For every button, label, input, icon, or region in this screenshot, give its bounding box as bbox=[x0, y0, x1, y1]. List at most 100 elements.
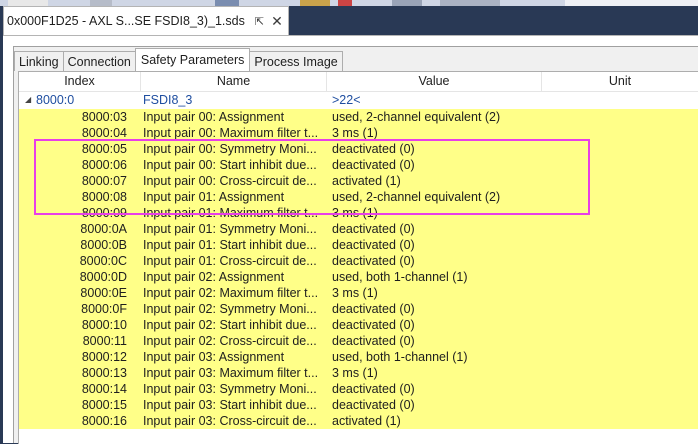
row-index: 8000:09 bbox=[81, 206, 127, 220]
table-row[interactable]: 8000:08 Input pair 01: Assignment used, 2-… bbox=[19, 189, 698, 205]
table-row[interactable]: 8000:14 Input pair 03: Symmetry Moni... de… bbox=[19, 381, 698, 397]
column-header-name[interactable]: Name bbox=[141, 72, 327, 91]
row-value: deactivated (0) bbox=[332, 382, 415, 396]
table-row[interactable]: 8000:0D Input pair 02: Assignment used, bo… bbox=[19, 269, 698, 285]
table-row[interactable]: 8000:04 Input pair 00: Maximum filter t..… bbox=[19, 125, 698, 141]
row-name: Input pair 01: Start inhibit due... bbox=[143, 238, 317, 252]
row-index: 8000:14 bbox=[81, 382, 127, 396]
row-value: deactivated (0) bbox=[332, 142, 415, 156]
row-index: 8000:16 bbox=[81, 414, 127, 428]
row-index: 8000:08 bbox=[81, 190, 127, 204]
row-value: deactivated (0) bbox=[332, 254, 415, 268]
row-index: 8000:06 bbox=[81, 158, 127, 172]
row-name: Input pair 02: Symmetry Moni... bbox=[143, 302, 317, 316]
table-row[interactable]: 8000:0C Input pair 01: Cross-circuit de..… bbox=[19, 253, 698, 269]
tab-connection[interactable]: Connection bbox=[62, 51, 136, 71]
row-index: 8000:0E bbox=[80, 286, 127, 300]
close-icon[interactable]: ✕ bbox=[271, 13, 283, 30]
row-name: Input pair 00: Maximum filter t... bbox=[143, 126, 319, 140]
row-index: 8000:12 bbox=[81, 350, 127, 364]
row-index: 8000:11 bbox=[82, 334, 127, 348]
row-name: Input pair 01: Assignment bbox=[143, 190, 285, 204]
row-name: Input pair 01: Maximum filter t... bbox=[143, 206, 319, 220]
row-name: Input pair 02: Start inhibit due... bbox=[143, 318, 317, 332]
row-index: 8000:15 bbox=[81, 398, 127, 412]
row-value: 3 ms (1) bbox=[332, 366, 378, 380]
row-name: Input pair 03: Start inhibit due... bbox=[143, 398, 317, 412]
row-name: Input pair 00: Start inhibit due... bbox=[143, 158, 317, 172]
row-index: 8000:07 bbox=[81, 174, 127, 188]
row-name: Input pair 02: Maximum filter t... bbox=[143, 286, 319, 300]
row-name: Input pair 00: Symmetry Moni... bbox=[143, 142, 317, 156]
row-value: 3 ms (1) bbox=[332, 206, 378, 220]
expand-triangle-icon[interactable]: ◢ bbox=[25, 92, 31, 108]
row-value: deactivated (0) bbox=[332, 238, 415, 252]
row-name: Input pair 00: Cross-circuit de... bbox=[143, 174, 317, 188]
row-value: activated (1) bbox=[332, 414, 401, 428]
table-row[interactable]: 8000:12 Input pair 03: Assignment used, bo… bbox=[19, 349, 698, 365]
row-name: Input pair 02: Cross-circuit de... bbox=[143, 334, 317, 348]
tab-safety-parameters[interactable]: Safety Parameters bbox=[134, 48, 251, 71]
row-index: 8000:13 bbox=[81, 366, 127, 380]
table-row[interactable]: 8000:11 Input pair 02: Cross-circuit de..… bbox=[19, 333, 698, 349]
parameter-table: Index Name Value Unit ◢ 8000:0 FSDI8_3 >… bbox=[18, 71, 698, 444]
table-row[interactable]: 8000:0F Input pair 02: Symmetry Moni... de… bbox=[19, 301, 698, 317]
row-index: 8000:0D bbox=[79, 270, 127, 284]
table-header: Index Name Value Unit bbox=[19, 72, 698, 92]
table-row[interactable]: 8000:06 Input pair 00: Start inhibit due.… bbox=[19, 157, 698, 173]
table-row[interactable]: 8000:15 Input pair 03: Start inhibit due.… bbox=[19, 397, 698, 413]
editor-panel: Linking Connection Safety Parameters Pro… bbox=[13, 46, 698, 444]
row-name: Input pair 00: Assignment bbox=[143, 110, 285, 124]
table-row[interactable]: 8000:10 Input pair 02: Start inhibit due.… bbox=[19, 317, 698, 333]
row-index: 8000:0B bbox=[80, 238, 127, 252]
row-value: deactivated (0) bbox=[332, 318, 415, 332]
document-body: Linking Connection Safety Parameters Pro… bbox=[3, 35, 698, 444]
row-value: deactivated (0) bbox=[332, 302, 415, 316]
column-header-unit[interactable]: Unit bbox=[542, 72, 698, 91]
table-row[interactable]: 8000:16 Input pair 03: Cross-circuit de..… bbox=[19, 413, 698, 429]
row-value: deactivated (0) bbox=[332, 334, 415, 348]
group-name: FSDI8_3 bbox=[143, 93, 193, 107]
row-name: Input pair 03: Symmetry Moni... bbox=[143, 382, 317, 396]
group-row[interactable]: ◢ 8000:0 FSDI8_3 >22< bbox=[19, 92, 698, 108]
row-index: 8000:0C bbox=[79, 254, 127, 268]
row-value: used, 2-channel equivalent (2) bbox=[332, 110, 501, 124]
row-value: used, both 1-channel (1) bbox=[332, 270, 468, 284]
row-value: deactivated (0) bbox=[332, 222, 415, 236]
table-row[interactable]: 8000:0A Input pair 01: Symmetry Moni... de… bbox=[19, 221, 698, 237]
row-name: Input pair 02: Assignment bbox=[143, 270, 285, 284]
row-value: deactivated (0) bbox=[332, 158, 415, 172]
table-row[interactable]: 8000:03 Input pair 00: Assignment used, 2-… bbox=[19, 109, 698, 125]
row-index: 8000:04 bbox=[81, 126, 127, 140]
row-index: 8000:0A bbox=[80, 222, 127, 236]
table-row[interactable]: 8000:09 Input pair 01: Maximum filter t..… bbox=[19, 205, 698, 221]
row-name: Input pair 03: Assignment bbox=[143, 350, 285, 364]
document-tab-title: 0x000F1D25 - AXL S...SE FSDI8_3)_1.sds bbox=[7, 14, 245, 28]
row-value: 3 ms (1) bbox=[332, 286, 378, 300]
table-row[interactable]: 8000:07 Input pair 00: Cross-circuit de..… bbox=[19, 173, 698, 189]
table-row[interactable]: 8000:13 Input pair 03: Maximum filter t..… bbox=[19, 365, 698, 381]
row-name: Input pair 03: Maximum filter t... bbox=[143, 366, 319, 380]
row-index: 8000:05 bbox=[81, 142, 127, 156]
row-index: 8000:10 bbox=[81, 318, 127, 332]
group-value: >22< bbox=[332, 93, 361, 107]
table-row[interactable]: 8000:05 Input pair 00: Symmetry Moni... de… bbox=[19, 141, 698, 157]
tab-process-image[interactable]: Process Image bbox=[249, 51, 343, 71]
table-row[interactable]: 8000:0E Input pair 02: Maximum filter t..… bbox=[19, 285, 698, 301]
row-name: Input pair 01: Cross-circuit de... bbox=[143, 254, 317, 268]
document-tab[interactable]: 0x000F1D25 - AXL S...SE FSDI8_3)_1.sds ⇱… bbox=[3, 6, 289, 35]
column-header-index[interactable]: Index bbox=[19, 72, 141, 91]
row-value: deactivated (0) bbox=[332, 398, 415, 412]
row-name: Input pair 01: Symmetry Moni... bbox=[143, 222, 317, 236]
row-value: used, 2-channel equivalent (2) bbox=[332, 190, 501, 204]
row-value: used, both 1-channel (1) bbox=[332, 350, 468, 364]
column-header-value[interactable]: Value bbox=[327, 72, 542, 91]
group-index: 8000:0 bbox=[36, 93, 75, 107]
pin-icon[interactable]: ⇱ bbox=[255, 15, 264, 28]
row-index: 8000:0F bbox=[81, 302, 127, 316]
tab-linking[interactable]: Linking bbox=[14, 51, 64, 71]
table-row[interactable]: 8000:0B Input pair 01: Start inhibit due.… bbox=[19, 237, 698, 253]
property-tabs: Linking Connection Safety Parameters Pro… bbox=[14, 48, 343, 71]
row-name: Input pair 03: Cross-circuit de... bbox=[143, 414, 317, 428]
row-value: activated (1) bbox=[332, 174, 401, 188]
